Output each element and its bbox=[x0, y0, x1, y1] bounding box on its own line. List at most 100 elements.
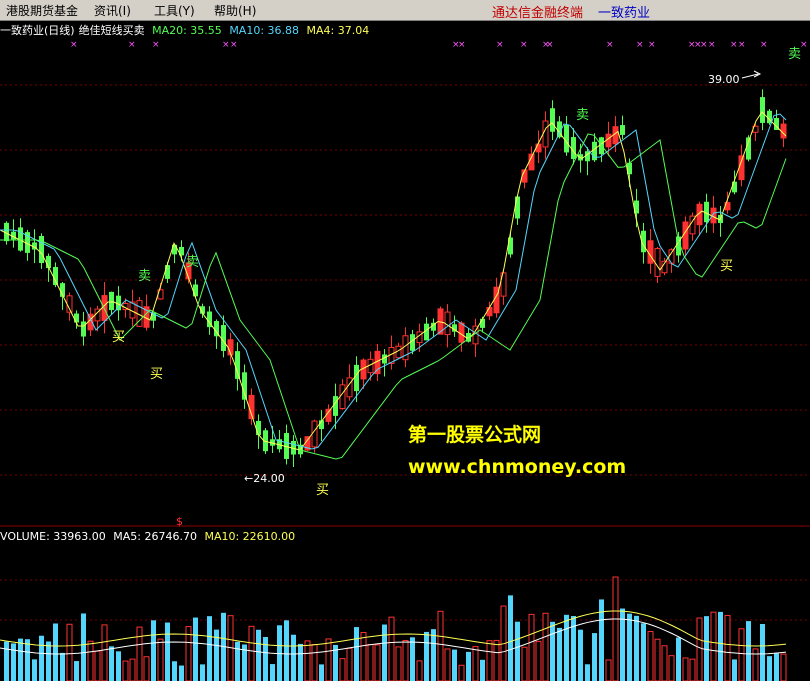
candle-body bbox=[354, 364, 359, 392]
volume-bar bbox=[116, 651, 121, 681]
volume-bar bbox=[81, 613, 86, 681]
candle-body bbox=[193, 284, 198, 297]
volume-bar bbox=[647, 631, 654, 681]
buy-signal-3: 买 bbox=[316, 483, 329, 498]
menu-news[interactable]: 资讯(I) bbox=[94, 2, 131, 19]
volume-bar bbox=[374, 644, 381, 681]
volume-bar bbox=[738, 628, 745, 681]
volume-bar bbox=[654, 638, 661, 681]
volume-bar bbox=[101, 624, 108, 681]
volume-bar bbox=[718, 611, 723, 681]
volume-bar bbox=[780, 653, 787, 681]
volume-bar bbox=[122, 660, 129, 681]
ma-line bbox=[0, 111, 787, 451]
volume-bar bbox=[304, 640, 311, 681]
volume-bar bbox=[578, 629, 583, 681]
volume-bar bbox=[207, 616, 212, 681]
cross-marker-icon: × bbox=[648, 40, 656, 50]
volume-bar bbox=[256, 629, 261, 681]
volume-bar bbox=[25, 639, 30, 681]
volume-bar bbox=[612, 576, 619, 681]
volume-bar bbox=[46, 641, 51, 681]
volume-bar bbox=[696, 617, 703, 681]
buy-signal-1: 买 bbox=[112, 330, 125, 345]
volume-bar bbox=[676, 637, 681, 681]
cross-marker-icon: × bbox=[708, 40, 716, 50]
volume-bar bbox=[689, 658, 696, 681]
volume-bar bbox=[515, 621, 520, 681]
candle-body bbox=[242, 372, 247, 400]
buy-signal-4: 买 bbox=[720, 259, 733, 274]
volume-bar bbox=[424, 631, 429, 681]
cross-marker-icon: × bbox=[760, 40, 768, 50]
candle-body bbox=[647, 240, 654, 264]
volume-bar bbox=[388, 616, 395, 681]
cross-marker-icon: × bbox=[496, 40, 504, 50]
cross-marker-icon: × bbox=[458, 40, 466, 50]
candle-body bbox=[732, 181, 737, 193]
volume-bar bbox=[528, 613, 535, 681]
candle-body bbox=[480, 318, 485, 328]
volume-bar bbox=[431, 629, 436, 681]
volume-bar bbox=[472, 646, 479, 681]
candle-body bbox=[53, 266, 58, 286]
candle-body bbox=[39, 235, 44, 264]
volume-bar bbox=[542, 612, 549, 681]
candle-body bbox=[571, 137, 576, 159]
volume-bar bbox=[193, 617, 198, 681]
volume-bar bbox=[53, 623, 58, 681]
volume-bar bbox=[493, 639, 500, 681]
candle-body bbox=[564, 124, 569, 153]
volume-bar bbox=[682, 657, 689, 681]
volume-bar bbox=[179, 665, 184, 681]
candle-body bbox=[339, 384, 346, 409]
volume-bar bbox=[200, 664, 205, 681]
volume-bar bbox=[18, 638, 23, 681]
volume-bar bbox=[354, 627, 359, 681]
menu-tools[interactable]: 工具(Y) bbox=[154, 2, 195, 19]
volume-bar bbox=[486, 640, 493, 681]
volume-bar bbox=[402, 640, 409, 681]
candle-body bbox=[515, 196, 520, 219]
volume-bar bbox=[564, 614, 569, 681]
kline-chart[interactable]: × × × × × ×× × × ×× × × × ××× × × × × × 39.00 ←24.00 买 买 … bbox=[0, 20, 810, 681]
menu-help[interactable]: 帮助(H) bbox=[214, 2, 256, 19]
low-price-label: ←24.00 bbox=[244, 472, 285, 485]
volume-bar bbox=[235, 641, 240, 681]
volume-bar bbox=[172, 661, 177, 681]
volume-bar bbox=[298, 643, 303, 681]
volume-bar bbox=[444, 648, 451, 681]
volume-ma5: MA5: 26746.70 bbox=[113, 530, 197, 543]
stock-link[interactable]: 一致药业 bbox=[598, 2, 650, 21]
volume-ma10: MA10: 22610.00 bbox=[204, 530, 296, 543]
candle-body bbox=[165, 265, 170, 279]
sell-signal-2: 卖 bbox=[186, 255, 199, 270]
volume-bar bbox=[11, 643, 16, 681]
menu-bar: 港股期货基金 资讯(I) 工具(Y) 帮助(H) 通达信金融终端 一致药业 bbox=[0, 0, 810, 21]
cross-marker-icon: × bbox=[730, 40, 738, 50]
volume-bar bbox=[129, 658, 136, 681]
volume-bar bbox=[661, 645, 668, 681]
sell-signal-4: 卖 bbox=[788, 47, 801, 62]
volume-bar bbox=[87, 640, 94, 681]
cross-marker-icon: × bbox=[70, 40, 78, 50]
cross-marker-icon: × bbox=[152, 40, 160, 50]
menu-hk-futures-funds[interactable]: 港股期货基金 bbox=[6, 2, 78, 19]
volume-bar bbox=[627, 613, 632, 681]
candle-body bbox=[654, 248, 661, 277]
volume-bar bbox=[410, 637, 415, 681]
candle-body bbox=[486, 307, 493, 317]
volume-bar bbox=[136, 626, 143, 681]
volume-bar bbox=[704, 616, 709, 681]
volume-info-bar: VOLUME: 33963.00 MA5: 26746.70 MA10: 226… bbox=[0, 530, 299, 543]
volume-bar bbox=[535, 640, 542, 681]
cross-marker-icon: × bbox=[606, 40, 614, 50]
volume-bar bbox=[248, 625, 255, 681]
terminal-link[interactable]: 通达信金融终端 bbox=[492, 2, 583, 21]
volume-bar bbox=[143, 656, 150, 681]
volume-bar bbox=[466, 651, 471, 681]
watermark-site-url: www.chnmoney.com bbox=[408, 456, 627, 478]
buy-signal-2: 买 bbox=[150, 367, 163, 382]
volume-bars-group bbox=[4, 576, 787, 681]
high-arrow-icon bbox=[741, 70, 762, 79]
